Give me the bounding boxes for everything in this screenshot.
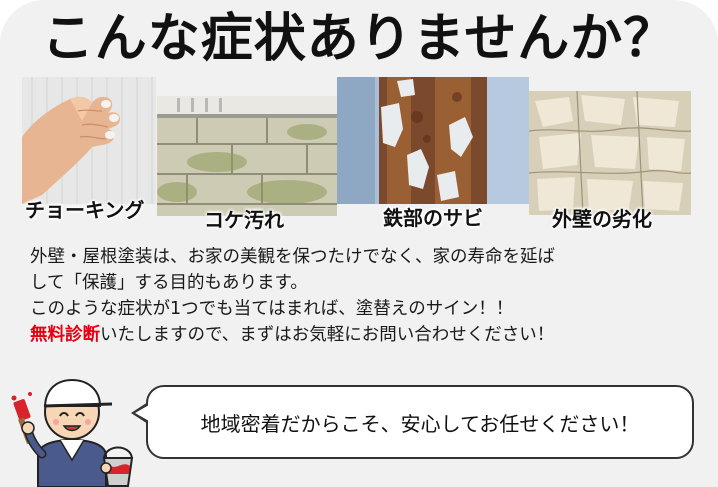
description-line-2: して「保護」する目的もあります。	[30, 273, 308, 293]
photo-chalking	[22, 77, 156, 204]
photo-moss	[157, 96, 337, 216]
free-inspection-highlight: 無料診断	[30, 325, 100, 345]
caption-chalking: チョーキング	[25, 198, 145, 222]
photo-rust	[337, 77, 529, 204]
description-line-3: このような症状が1つでも当てはまれば、塗替えのサイン！！	[30, 299, 514, 319]
caption-rust: 鉄部のサビ	[383, 206, 483, 230]
painter-illustration	[11, 378, 134, 487]
photo-peeling	[529, 91, 691, 215]
headline: こんな症状ありませんか？	[41, 9, 677, 69]
description: 外壁・屋根塗装は、お家の美観を保つたけでなく、家の寿命を延ば して「保護」する目…	[30, 244, 700, 348]
speech-bubble: 地域密着だからこそ、安心してお任せください！	[146, 385, 694, 459]
flyer-card: こんな症状ありませんか？ チョーキング コケ汚れ 鉄部のサビ 外壁の劣化 外壁・…	[0, 0, 718, 487]
speech-bubble-tail-inner	[135, 405, 149, 421]
description-line-4-rest: いたしますので、まずはお気軽にお問い合わせください！	[100, 325, 555, 345]
speech-bubble-text: 地域密着だからこそ、安心してお任せください！	[200, 411, 640, 436]
description-line-1: 外壁・屋根塗装は、お家の美観を保つたけでなく、家の寿命を延ば	[30, 247, 555, 267]
caption-moss: コケ汚れ	[204, 208, 284, 232]
caption-peeling: 外壁の劣化	[552, 207, 652, 231]
description-line-4: 無料診断いたしますので、まずはお気軽にお問い合わせください！	[30, 322, 700, 348]
